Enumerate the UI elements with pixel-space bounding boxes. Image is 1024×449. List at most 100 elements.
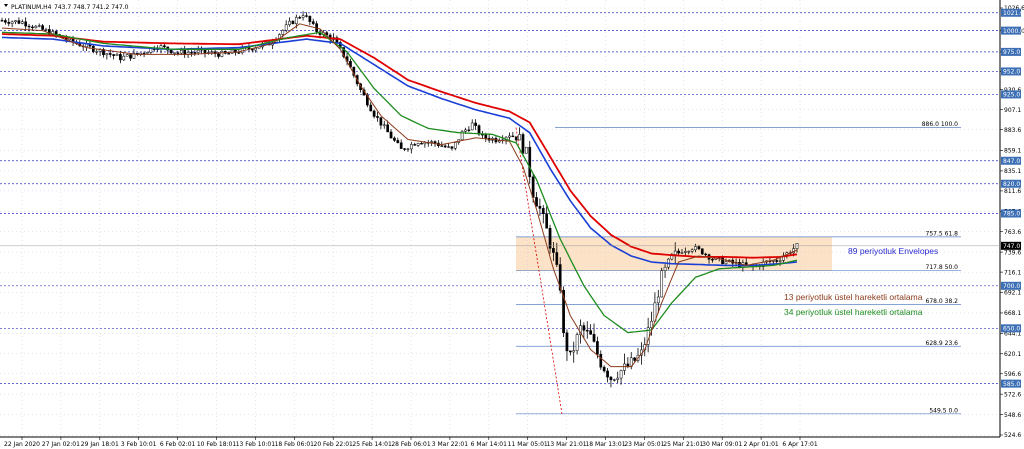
price-chart[interactable]: 886.0 100.0 757.5 61.8 717.8 50.0 678.0 38.… [0,0,1024,449]
x-tick-label: 2 Apr 01:01 [743,441,778,448]
symbol-label: PLATINUM,H4 [11,4,52,11]
candle-body [190,52,193,54]
candle-body [582,325,586,331]
y-tick-label: 620.1 [1004,351,1021,358]
y-tick-label: 811.6 [1004,188,1021,195]
x-tick-label: 3 Mar 22:01 [432,441,468,448]
x-axis-ticks: 22 Jan 2020 27 Jan 02:01 29 Jan 18:01 3 Feb… [4,437,818,448]
candle-body [217,53,220,57]
candle-body [528,146,532,178]
x-tick-label: 6 Apr 17:01 [782,441,817,448]
candle-body [623,363,626,371]
candle-body [193,52,197,54]
candle-body [173,52,176,54]
candle-body [508,135,511,138]
candle-body [115,54,119,56]
candle-body [467,129,471,131]
level-badge-label: 952.0 [1003,69,1020,76]
candle-body [298,17,302,19]
chart-header: PLATINUM,H4 743.7 748.7 741.2 747.0 [4,4,129,11]
candle-body [602,366,606,372]
candle-body [484,134,488,139]
candle-body [379,117,383,126]
candle-body [382,124,386,126]
candle-body [697,246,701,250]
y-tick-label: 859.1 [1004,148,1021,155]
candle-body [7,21,11,24]
x-tick-label: 27 Jan 02:01 [42,441,80,448]
candle-body [369,104,373,112]
candle-body [393,137,396,141]
x-tick-label: 25 Mar 21:01 [663,441,703,448]
candle-body [254,48,258,51]
candle-body [24,21,28,27]
fib-level-label: 886.0 100.0 [922,121,958,128]
x-tick-label: 3 Feb 10:01 [121,441,157,448]
candle-body [142,52,146,55]
candle-body [552,248,555,253]
fib-level-label: 717.8 50.0 [926,264,959,271]
candle-body [20,21,24,24]
candle-body [291,20,295,24]
x-tick-label: 10 Feb 18:01 [197,441,237,448]
candle-body [568,350,572,353]
candle-body [531,176,535,198]
candle-body [677,250,680,254]
y-tick-label: 739.6 [1004,249,1021,256]
level-badge-label: 820.0 [1003,181,1020,188]
candle-body [511,135,515,137]
candle-body [220,50,224,57]
candle-body [663,266,667,271]
candle-body [399,142,403,149]
x-tick-label: 29 Jan 18:01 [81,441,119,448]
candle-body [420,143,423,145]
level-badge-label: 785.0 [1003,211,1020,218]
candle-body [606,370,609,378]
candle-body [443,145,447,148]
candle-body [14,20,17,23]
level-badge-label: 585.0 [1003,381,1020,388]
candle-body [464,129,467,132]
candle-body [450,146,454,149]
ema13-annotation: 13 periyotluk üstel hareketli ortalama [784,292,923,302]
y-tick-label: 548.6 [1004,412,1021,419]
fib-level-label: 549.5 0.0 [929,407,958,414]
candle-body [37,25,41,27]
x-tick-label: 22 Jan 2020 [4,441,40,448]
candle-body [535,197,538,207]
x-tick-label: 18 Feb 06:01 [275,441,315,448]
candle-body [129,54,132,59]
candle-body [704,253,708,256]
x-tick-label: 20 Feb 22:01 [314,441,354,448]
candle-body [396,140,400,144]
x-tick-label: 25 Feb 14:01 [352,441,392,448]
candle-body [525,146,528,154]
y-tick-label: 907.1 [1004,107,1021,114]
candle-body [284,24,288,31]
candle-body [660,270,664,298]
x-tick-label: 28 Feb 06:01 [391,441,431,448]
candle-body [555,252,559,265]
candle-body [406,148,410,150]
y-tick-label: 668.1 [1004,310,1021,317]
candle-body [541,208,545,215]
y-tick-label: 883.6 [1004,127,1021,134]
candle-body [721,257,724,264]
candle-body [281,30,285,35]
candle-body [470,122,474,131]
plot-background [0,0,1000,437]
candle-body [592,334,596,342]
candle-body [301,15,305,18]
candle-body [105,53,109,56]
candle-body [163,45,166,48]
level-badge-label: 700.0 [1003,283,1020,290]
candle-body [680,252,684,254]
candle-body [108,53,112,55]
candle-body [210,51,214,53]
candle-body [711,259,714,261]
candle-body [497,140,501,143]
candle-body [650,320,653,328]
candle-body [34,25,38,29]
candle-body [27,25,31,28]
candle-body [700,248,704,255]
